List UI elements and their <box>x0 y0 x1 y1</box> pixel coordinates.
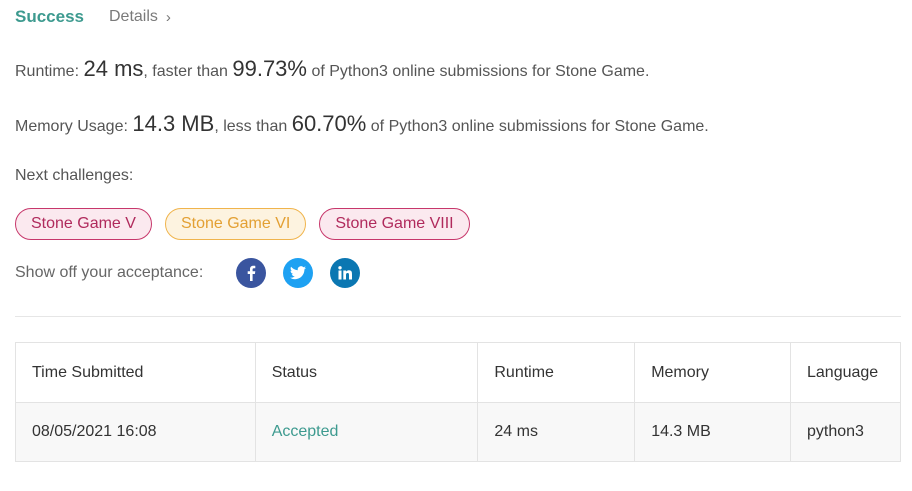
submissions-table: Time Submitted Status Runtime Memory Lan… <box>15 342 901 462</box>
twitter-icon[interactable] <box>283 258 314 288</box>
memory-stat: Memory Usage: 14.3 MB, less than 60.70% … <box>15 111 709 137</box>
status-accepted-link[interactable]: Accepted <box>254 402 479 462</box>
challenge-chip-stone-game-v[interactable]: Stone Game V <box>15 208 152 240</box>
runtime-comparison: , faster than <box>143 63 228 80</box>
result-header: Success Details › <box>15 6 171 28</box>
share-row: Show off your acceptance: <box>15 258 361 288</box>
runtime-value: 24 ms <box>83 56 144 81</box>
column-header-time-submitted[interactable]: Time Submitted <box>15 342 256 403</box>
column-header-language[interactable]: Language <box>790 342 901 403</box>
column-header-status[interactable]: Status <box>254 342 479 403</box>
memory-suffix: of Python3 online submissions for Stone … <box>370 118 709 135</box>
chevron-right-icon: › <box>165 8 171 26</box>
challenge-chip-stone-game-viii[interactable]: Stone Game VIII <box>319 208 470 240</box>
memory-comparison: , less than <box>214 118 288 135</box>
memory-percent: 60.70% <box>291 111 367 136</box>
column-header-runtime[interactable]: Runtime <box>477 342 636 403</box>
next-challenges-list: Stone Game V Stone Game VI Stone Game VI… <box>15 208 470 240</box>
details-link[interactable]: Details › <box>109 8 171 26</box>
cell-language: python3 <box>790 402 901 462</box>
linkedin-icon[interactable] <box>330 258 361 288</box>
status-success-label: Success <box>15 7 84 26</box>
table-header-row: Time Submitted Status Runtime Memory Lan… <box>15 342 901 403</box>
column-header-memory[interactable]: Memory <box>634 342 791 403</box>
details-label: Details <box>109 8 158 25</box>
table-row: 08/05/2021 16:08 Accepted 24 ms 14.3 MB … <box>15 402 901 462</box>
challenge-chip-stone-game-vi[interactable]: Stone Game VI <box>164 208 307 240</box>
memory-value: 14.3 MB <box>132 111 215 136</box>
section-divider <box>15 316 901 317</box>
runtime-suffix: of Python3 online submissions for Stone … <box>311 63 650 80</box>
facebook-icon[interactable] <box>236 258 267 288</box>
cell-runtime: 24 ms <box>477 402 636 462</box>
runtime-label: Runtime: <box>15 63 80 80</box>
runtime-percent: 99.73% <box>232 56 307 81</box>
cell-time-submitted: 08/05/2021 16:08 <box>15 402 256 462</box>
cell-memory: 14.3 MB <box>634 402 791 462</box>
next-challenges-label: Next challenges: <box>15 167 134 184</box>
runtime-stat: Runtime: 24 ms, faster than 99.73% of Py… <box>15 56 649 82</box>
social-buttons <box>236 258 361 288</box>
memory-label: Memory Usage: <box>15 118 128 135</box>
share-label: Show off your acceptance: <box>15 264 204 281</box>
